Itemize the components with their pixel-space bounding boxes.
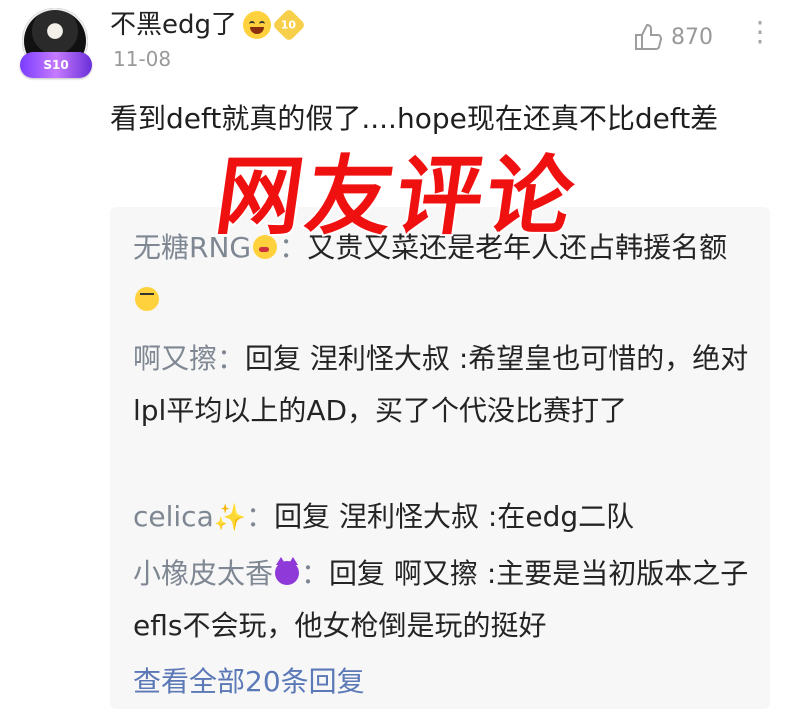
overlay-title: 网友评论 [208, 145, 586, 249]
devil-emoji-icon [275, 557, 300, 585]
view-all-replies-link[interactable]: 查看全部20条回复 [133, 660, 365, 700]
avatar-badge: S10 [20, 52, 92, 78]
laughing-emoji-icon [243, 11, 272, 39]
level-badge: 10 [272, 8, 306, 42]
reply-text: 回复 涅利怪大叔 :在edg二队 [274, 500, 635, 533]
reply-user[interactable]: 啊又擦 [133, 342, 217, 375]
reply-item-2[interactable]: 啊又擦：回复 涅利怪大叔 :希望皇也可惜的，绝对lpl平均以上的AD，买了个代没… [133, 333, 753, 437]
sweat-emoji-icon [135, 287, 159, 311]
thumbs-up-icon [635, 23, 663, 50]
comment-date: 11-08 [113, 47, 172, 71]
more-vertical-icon[interactable]: ⋮ [746, 18, 774, 46]
username[interactable]: 不黑edg了 [110, 8, 237, 42]
sparkles-icon: ✨ [213, 503, 247, 533]
like-count: 870 [671, 24, 713, 50]
username-row[interactable]: 不黑edg了 10 [110, 8, 306, 42]
reply-user[interactable]: celica [133, 500, 214, 533]
reply-item-4[interactable]: 小橡皮太香 ：回复 啊又擦 :主要是当初版本之子efls不会玩，他女枪倒是玩的挺好 [133, 548, 753, 652]
reply-user[interactable]: 小橡皮太香 [133, 557, 273, 590]
like-button[interactable]: 870 [633, 22, 713, 52]
reply-item-3[interactable]: celica✨：回复 涅利怪大叔 :在edg二队 [133, 491, 753, 544]
